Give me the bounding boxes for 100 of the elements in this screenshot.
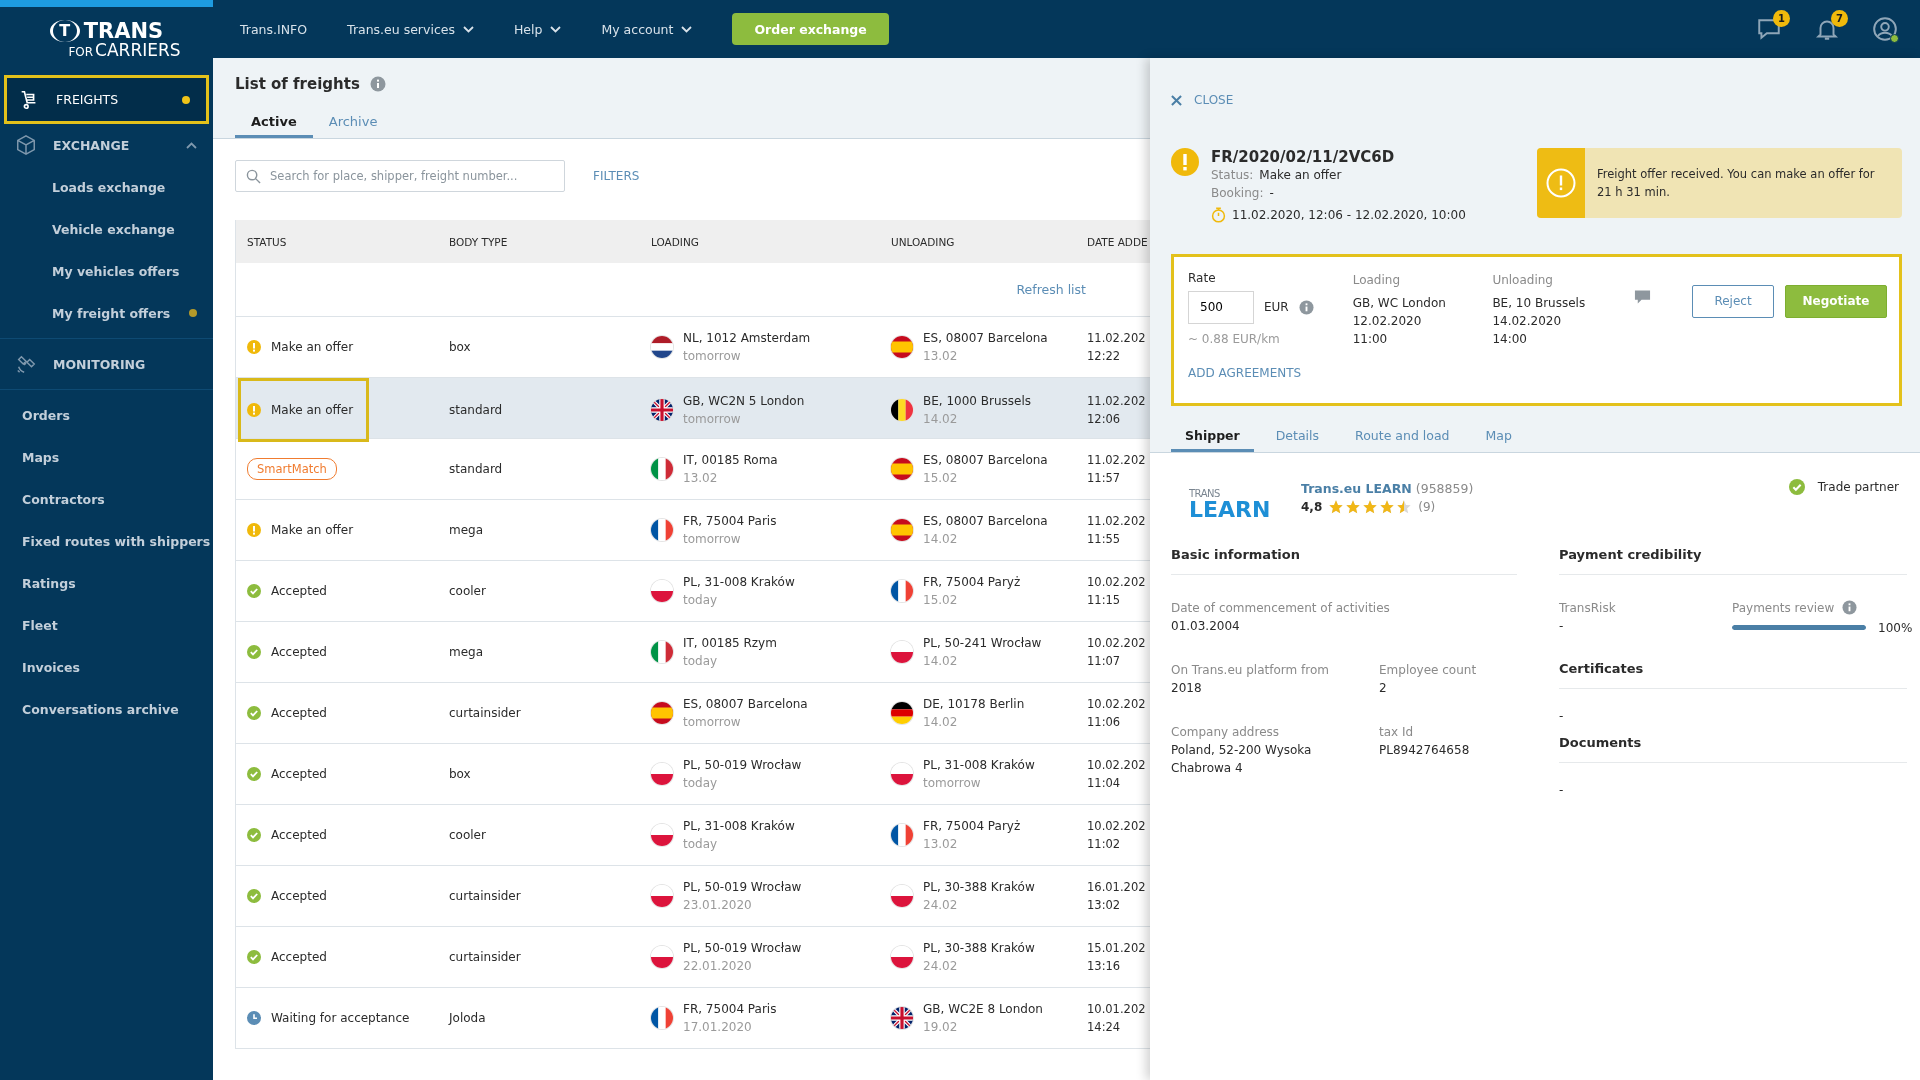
field-label: Unloading xyxy=(1492,271,1554,289)
flag-icon xyxy=(891,885,913,907)
cube-icon xyxy=(15,134,37,156)
shipper-name-link[interactable]: Trans.eu LEARN xyxy=(1301,480,1412,496)
table-cell-text: 11.02.202 xyxy=(1087,330,1146,347)
sidebar-item[interactable]: My freight offers xyxy=(0,292,213,334)
satellite-icon xyxy=(15,353,37,375)
date-text: tomorrow xyxy=(923,775,982,792)
place-text: PL, 50-019 Wrocław xyxy=(683,757,802,774)
column-header: DATE ADDE xyxy=(1086,235,1149,248)
sidebar-item[interactable]: Vehicle exchange xyxy=(0,208,213,250)
nav-link[interactable]: Trans.eu services xyxy=(347,21,474,37)
table-row[interactable]: Accepted cooler PL, 31-008 Kraków today FR, 75004 Paryż 15.02 10.02.202 11:15 xyxy=(236,560,1150,621)
reject-button[interactable]: Reject xyxy=(1692,284,1774,318)
field-value: Poland, 52-200 Wysoka xyxy=(1171,741,1313,759)
nav-link[interactable]: Trans.INFO xyxy=(240,21,308,37)
section-title: Basic information xyxy=(1171,546,1517,575)
table-cell: cooler xyxy=(449,584,486,598)
place-text: FR, 75004 Paryż xyxy=(923,574,1021,591)
add-agreements-link[interactable]: ADD AGREEMENTS xyxy=(1188,365,1302,380)
field-label: Booking: xyxy=(1211,184,1264,202)
place-text: NL, 1012 Amsterdam xyxy=(683,330,811,347)
table-cell: box xyxy=(449,767,471,781)
sidebar-section[interactable]: EXCHANGE xyxy=(0,124,213,166)
table-row[interactable]: Accepted curtainsider PL, 50-019 Wrocław 23.01.2020 PL, 30-388 Kraków 24.02 16.01.202 13:02 xyxy=(236,865,1150,926)
sidebar-item[interactable]: Ratings xyxy=(0,562,213,604)
sidebar-item[interactable]: My vehicles offers xyxy=(0,250,213,292)
progress-reading: 100% xyxy=(1878,619,1913,637)
flag-icon xyxy=(891,336,913,358)
place-text: BE, 1000 Brussels xyxy=(923,393,1032,410)
check-icon xyxy=(247,706,261,720)
shipper-number: (958859) xyxy=(1414,480,1474,496)
date-text: 15.02 xyxy=(923,470,959,487)
date-text: today xyxy=(683,592,719,609)
sidebar-item[interactable]: Fleet xyxy=(0,604,213,646)
notification-badge: 7 xyxy=(1831,10,1848,27)
sidebar-item[interactable]: Contractors xyxy=(0,478,213,520)
date-text: 14.02 xyxy=(923,531,959,548)
table-cell-text: 15.01.202 xyxy=(1087,940,1146,957)
logo-text: TRANS xyxy=(1189,488,1221,499)
table-row[interactable]: Make an offer mega FR, 75004 Paris tomorrow ES, 08007 Barcelona 14.02 11.02.202 11:55 xyxy=(236,499,1150,560)
logo-text: FOR xyxy=(68,46,94,58)
table-cell-text: 11:07 xyxy=(1087,653,1121,670)
rate-field[interactable]: 500 xyxy=(1188,290,1254,324)
sidebar-item[interactable]: Loads exchange xyxy=(0,166,213,208)
check-icon xyxy=(247,950,261,964)
refresh-link[interactable]: Refresh list xyxy=(1016,282,1086,297)
flag-icon xyxy=(651,946,673,968)
check-icon xyxy=(247,645,261,659)
table-row[interactable]: Accepted mega IT, 00185 Rzym today PL, 50-241 Wrocław 14.02 10.02.202 11:07 xyxy=(236,621,1150,682)
sidebar-item[interactable]: Maps xyxy=(0,436,213,478)
field-value: 01.03.2004 xyxy=(1171,617,1241,635)
smartmatch-tag: SmartMatch xyxy=(247,458,337,480)
table-cell: cooler xyxy=(449,828,486,842)
tab[interactable]: Shipper xyxy=(1171,427,1254,452)
flag-icon xyxy=(651,519,673,541)
sidebar-item[interactable]: Orders xyxy=(0,394,213,436)
date-text: 23.01.2020 xyxy=(683,897,753,914)
table-cell-text: 11.02.202 xyxy=(1087,393,1146,410)
field-label: Date of commencement of activities xyxy=(1171,599,1391,617)
date-text: tomorrow xyxy=(683,348,742,365)
table-row[interactable]: Waiting for acceptance Joloda FR, 75004 Paris 17.01.2020 GB, WC2E 8 London 19.02 10.01.202 14:24 xyxy=(236,987,1150,1048)
logo-text: TRANS xyxy=(83,20,164,42)
status-text: Make an offer xyxy=(271,403,354,417)
sidebar-item[interactable]: Conversations archive xyxy=(0,688,213,730)
status-text: Accepted xyxy=(271,767,327,781)
date-text: today xyxy=(683,653,719,670)
field-value: - xyxy=(1559,782,1565,797)
status-text: Accepted xyxy=(271,950,327,964)
date-text: today xyxy=(683,836,719,853)
table-cell-text: 12:06 xyxy=(1087,411,1121,428)
date-text: 19.02 xyxy=(923,1019,959,1036)
field-value: - xyxy=(1559,617,1565,635)
tab[interactable]: Active xyxy=(235,108,313,138)
field-label: Payments review xyxy=(1732,599,1835,617)
filters-link[interactable]: FILTERS xyxy=(593,169,640,183)
place-text: FR, 75004 Paris xyxy=(683,1001,777,1018)
table-row[interactable]: Accepted box PL, 50-019 Wrocław today PL, 31-008 Kraków tomorrow 10.02.202 11:04 xyxy=(236,743,1150,804)
place-text: PL, 50-019 Wrocław xyxy=(683,940,802,957)
sidebar-item[interactable]: Invoices xyxy=(0,646,213,688)
sidebar-item[interactable]: Fixed routes with shippers xyxy=(0,520,213,562)
check-icon xyxy=(1788,478,1805,495)
search-field[interactable]: Search for place, shipper, freight number... xyxy=(235,160,565,192)
table-row[interactable]: Accepted curtainsider PL, 50-019 Wrocław 22.01.2020 PL, 30-388 Kraków 24.02 15.01.202 13:16 xyxy=(236,926,1150,987)
flag-icon xyxy=(891,399,913,421)
table-cell-text: 10.01.202 xyxy=(1087,1001,1146,1018)
date-text: 13.02 xyxy=(683,470,719,487)
table-row[interactable]: Accepted curtainsider ES, 08007 Barcelona tomorrow DE, 10178 Berlin 14.02 10.02.202 11:06 xyxy=(236,682,1150,743)
nav-link[interactable]: Help xyxy=(513,21,562,37)
sidebar-section[interactable]: FREIGHTS xyxy=(4,75,209,124)
table-cell-text: 11:02 xyxy=(1087,836,1121,853)
warning-icon xyxy=(247,340,261,354)
nav-link[interactable]: My account xyxy=(601,21,693,37)
table-row[interactable]: Accepted cooler PL, 31-008 Kraków today FR, 75004 Paryż 13.02 10.02.202 11:02 xyxy=(236,804,1150,865)
sidebar-section[interactable]: MONITORING xyxy=(0,343,213,385)
user-icon[interactable] xyxy=(1872,16,1898,42)
freight-number: FR/2020/02/11/2VC6D xyxy=(1211,147,1396,166)
date-text: 14.02 xyxy=(923,411,959,428)
table-row[interactable]: SmartMatch standard IT, 00185 Roma 13.02 ES, 08007 Barcelona 15.02 11.02.202 11:57 xyxy=(236,438,1150,499)
field-value: GB, WC London xyxy=(1352,294,1447,312)
